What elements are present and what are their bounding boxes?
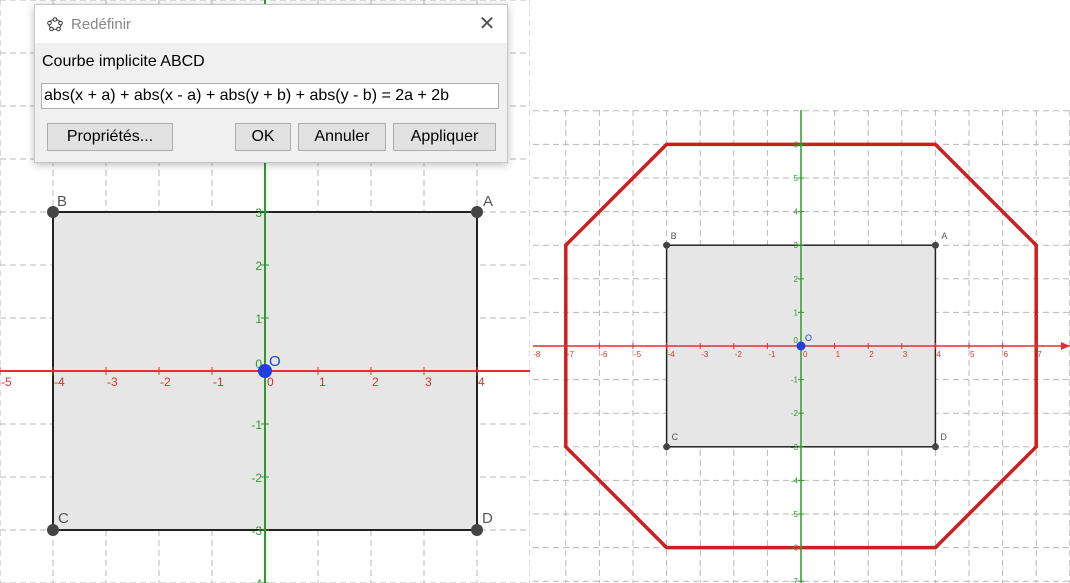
x-tick-label: -6 bbox=[600, 350, 608, 359]
x-tick-label: 6 bbox=[1004, 350, 1009, 359]
y-tick-label: -2 bbox=[251, 471, 262, 485]
y-tick-label: 3 bbox=[255, 206, 262, 220]
point-label-d: D bbox=[482, 510, 493, 527]
y-tick-label: 1 bbox=[794, 308, 799, 317]
point-d bbox=[931, 443, 939, 451]
point-label-b: B bbox=[57, 193, 67, 210]
y-tick-label: -2 bbox=[791, 409, 799, 418]
x-tick-label: 2 bbox=[372, 375, 379, 389]
point-label-o: O bbox=[805, 333, 812, 343]
x-tick-label: 4 bbox=[936, 350, 941, 359]
object-caption: Courbe implicite ABCD bbox=[42, 53, 205, 70]
x-tick-label: 4 bbox=[478, 375, 485, 389]
apply-button[interactable]: Appliquer bbox=[393, 123, 496, 151]
x-axis-arrow bbox=[1061, 342, 1070, 350]
y-tick-label: 2 bbox=[255, 259, 262, 273]
point-label-c: C bbox=[672, 432, 679, 442]
x-tick-label: 1 bbox=[319, 375, 326, 389]
point-label-a: A bbox=[483, 193, 493, 210]
point-c bbox=[663, 443, 671, 451]
point-label-b: B bbox=[671, 231, 677, 241]
x-tick-label: 2 bbox=[869, 350, 874, 359]
y-tick-label: 4 bbox=[794, 208, 799, 217]
y-tick-label: -4 bbox=[251, 577, 262, 583]
close-icon[interactable]: ✕ bbox=[475, 12, 499, 36]
y-tick-label: -3 bbox=[251, 524, 262, 538]
x-tick-label: -2 bbox=[160, 375, 171, 389]
x-tick-label: -7 bbox=[567, 350, 575, 359]
properties-button[interactable]: Propriétés... bbox=[47, 123, 173, 151]
point-a bbox=[931, 241, 939, 249]
y-tick-label: 6 bbox=[794, 140, 799, 149]
dialog-title: Redéfinir bbox=[71, 16, 132, 33]
cancel-button[interactable]: Annuler bbox=[298, 123, 386, 151]
y-tick-label: -6 bbox=[791, 544, 799, 553]
right-graphics-view[interactable]: -8 -7 -6 -5 -4 -3 -2 -1 1 2 3 4 5 6 7 6 5 4 3 2 1 -1 -2 -3 -4 -5 -… bbox=[533, 110, 1070, 583]
x-tick-label: -5 bbox=[634, 350, 642, 359]
x-tick-label: -1 bbox=[213, 375, 224, 389]
right-graphics-canvas[interactable]: -8 -7 -6 -5 -4 -3 -2 -1 1 2 3 4 5 6 7 6 5 4 3 2 1 -1 -2 -3 -4 -5 -… bbox=[533, 110, 1070, 583]
point-b bbox=[663, 241, 671, 249]
x-tick-label: 1 bbox=[836, 350, 841, 359]
y-tick-label: 3 bbox=[794, 241, 799, 250]
ok-button[interactable]: OK bbox=[235, 123, 291, 151]
point-label-o: O bbox=[269, 353, 281, 370]
x-tick-label: -3 bbox=[701, 350, 709, 359]
y-tick-label: 5 bbox=[794, 174, 799, 183]
x-tick-label: 5 bbox=[970, 350, 975, 359]
x-tick-label: -2 bbox=[735, 350, 743, 359]
x-tick-label: -3 bbox=[107, 375, 118, 389]
y-tick-label: -1 bbox=[251, 418, 262, 432]
x-tick-label: -8 bbox=[533, 350, 541, 359]
y-tick-label: -1 bbox=[791, 376, 799, 385]
x-tick-label: 7 bbox=[1037, 350, 1042, 359]
geogebra-icon bbox=[47, 17, 63, 32]
point-label-d: D bbox=[940, 432, 947, 442]
y-tick-label: -7 bbox=[791, 577, 799, 583]
y-tick-label: 1 bbox=[255, 312, 262, 326]
x-tick-label: 3 bbox=[425, 375, 432, 389]
dialog-titlebar[interactable]: Redéfinir ✕ bbox=[35, 5, 507, 43]
x-tick-label: 3 bbox=[903, 350, 908, 359]
x-tick-label: -5 bbox=[1, 375, 12, 389]
point-label-c: C bbox=[58, 510, 69, 527]
x-tick-label: 0 bbox=[803, 350, 808, 359]
point-label-a: A bbox=[941, 231, 947, 241]
redefine-dialog: Redéfinir ✕ Courbe implicite ABCD Propri… bbox=[34, 4, 508, 163]
y-tick-label: 2 bbox=[794, 275, 799, 284]
y-tick-label: -3 bbox=[791, 443, 799, 452]
x-tick-label: -4 bbox=[54, 375, 65, 389]
x-tick-label: -4 bbox=[668, 350, 676, 359]
y-tick-label: -5 bbox=[791, 510, 799, 519]
point-a bbox=[471, 206, 483, 218]
expression-input[interactable] bbox=[41, 83, 499, 109]
x-tick-label: -1 bbox=[768, 350, 776, 359]
y-tick-label: -4 bbox=[791, 476, 799, 485]
